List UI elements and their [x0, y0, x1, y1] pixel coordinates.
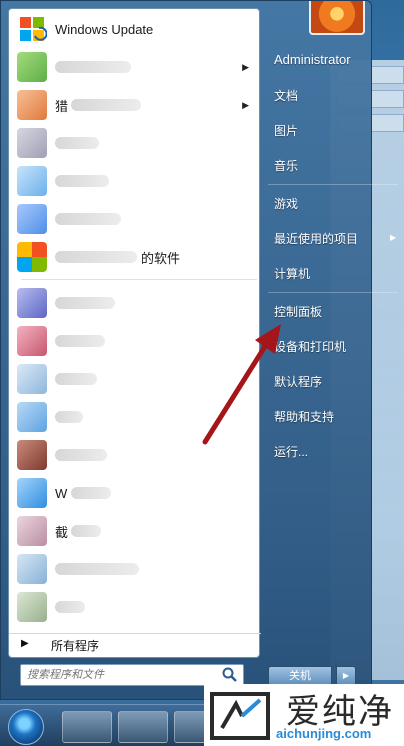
app-icon	[17, 204, 47, 234]
app-icon	[17, 440, 47, 470]
blurred-label	[55, 297, 115, 309]
list-item[interactable]	[9, 285, 261, 321]
app-icon	[17, 592, 47, 622]
app-icon	[17, 364, 47, 394]
app-icon	[17, 478, 47, 508]
blurred-label	[55, 449, 107, 461]
list-item[interactable]: ▶	[9, 49, 261, 85]
shutdown-options-arrow-icon[interactable]: ▶	[336, 666, 356, 686]
search-box[interactable]	[20, 664, 244, 686]
annotation-arrow	[202, 324, 281, 445]
submenu-arrow-icon: ▶	[242, 99, 249, 110]
shutdown-button[interactable]: 关机	[268, 666, 332, 686]
all-programs-label: 所有程序	[51, 639, 100, 653]
control-panel-link[interactable]: 控制面板	[274, 303, 322, 320]
blurred-label	[55, 251, 137, 263]
computer-link[interactable]: 计算机	[274, 265, 310, 282]
blurred-label	[71, 99, 141, 111]
blurred-label	[55, 335, 105, 347]
list-item-label: 截	[55, 524, 69, 540]
app-icon	[17, 402, 47, 432]
taskbar-app-button[interactable]	[62, 711, 112, 743]
submenu-arrow-icon: ▶	[390, 233, 397, 242]
list-item[interactable]: W	[9, 475, 261, 511]
blurred-label	[55, 137, 99, 149]
blurred-label	[71, 525, 101, 537]
blurred-label	[55, 601, 85, 613]
all-programs-arrow-icon: ▶	[21, 638, 29, 649]
blurred-label	[55, 563, 139, 575]
divider	[21, 279, 257, 280]
app-icon	[17, 128, 47, 158]
games-link[interactable]: 游戏	[274, 195, 298, 212]
user-picture[interactable]	[309, 1, 365, 35]
list-item[interactable]: 的软件	[9, 239, 261, 275]
music-link[interactable]: 音乐	[274, 157, 298, 174]
windows-update-icon	[20, 17, 47, 41]
list-item-windows-update[interactable]: Windows Update	[9, 11, 261, 47]
search-input[interactable]	[27, 667, 223, 683]
list-item[interactable]	[9, 163, 261, 199]
blurred-label	[55, 213, 121, 225]
taskbar-app-button[interactable]	[118, 711, 168, 743]
app-icon	[17, 90, 47, 120]
right-divider	[268, 292, 398, 293]
list-item-label: Windows Update	[55, 21, 154, 37]
list-item-label: 猎	[55, 98, 69, 114]
right-divider	[268, 184, 398, 185]
recent-items-link[interactable]: 最近使用的项目	[274, 230, 358, 247]
documents-link[interactable]: 文档	[274, 87, 298, 104]
pictures-link[interactable]: 图片	[274, 122, 298, 139]
app-icon	[17, 554, 47, 584]
list-item[interactable]: 猎 ▶	[9, 87, 261, 123]
start-orb-icon[interactable]	[8, 709, 44, 745]
list-item[interactable]	[9, 551, 261, 587]
list-item[interactable]	[9, 201, 261, 237]
app-icon	[17, 242, 47, 272]
app-icon	[17, 166, 47, 196]
blurred-label	[55, 373, 97, 385]
blurred-label	[55, 61, 131, 73]
aichunjing-logo-icon	[210, 692, 270, 740]
user-name-link[interactable]: Administrator	[274, 52, 351, 67]
list-item[interactable]: 截	[9, 513, 261, 549]
app-icon	[17, 52, 47, 82]
list-item-label: W	[55, 485, 68, 501]
watermark-url: aichunjing.com	[276, 726, 372, 741]
all-programs-button[interactable]: ▶ 所有程序	[9, 633, 261, 657]
list-item[interactable]	[9, 125, 261, 161]
blurred-label	[71, 487, 111, 499]
blurred-label	[55, 175, 109, 187]
app-icon	[17, 326, 47, 356]
search-icon[interactable]	[221, 666, 239, 684]
list-item-label: 的软件	[141, 250, 181, 266]
app-icon	[17, 288, 47, 318]
submenu-arrow-icon: ▶	[242, 61, 249, 72]
blurred-label	[55, 411, 83, 423]
app-icon	[17, 516, 47, 546]
list-item[interactable]	[9, 589, 261, 625]
watermark: 爱纯净 aichunjing.com	[204, 684, 404, 746]
